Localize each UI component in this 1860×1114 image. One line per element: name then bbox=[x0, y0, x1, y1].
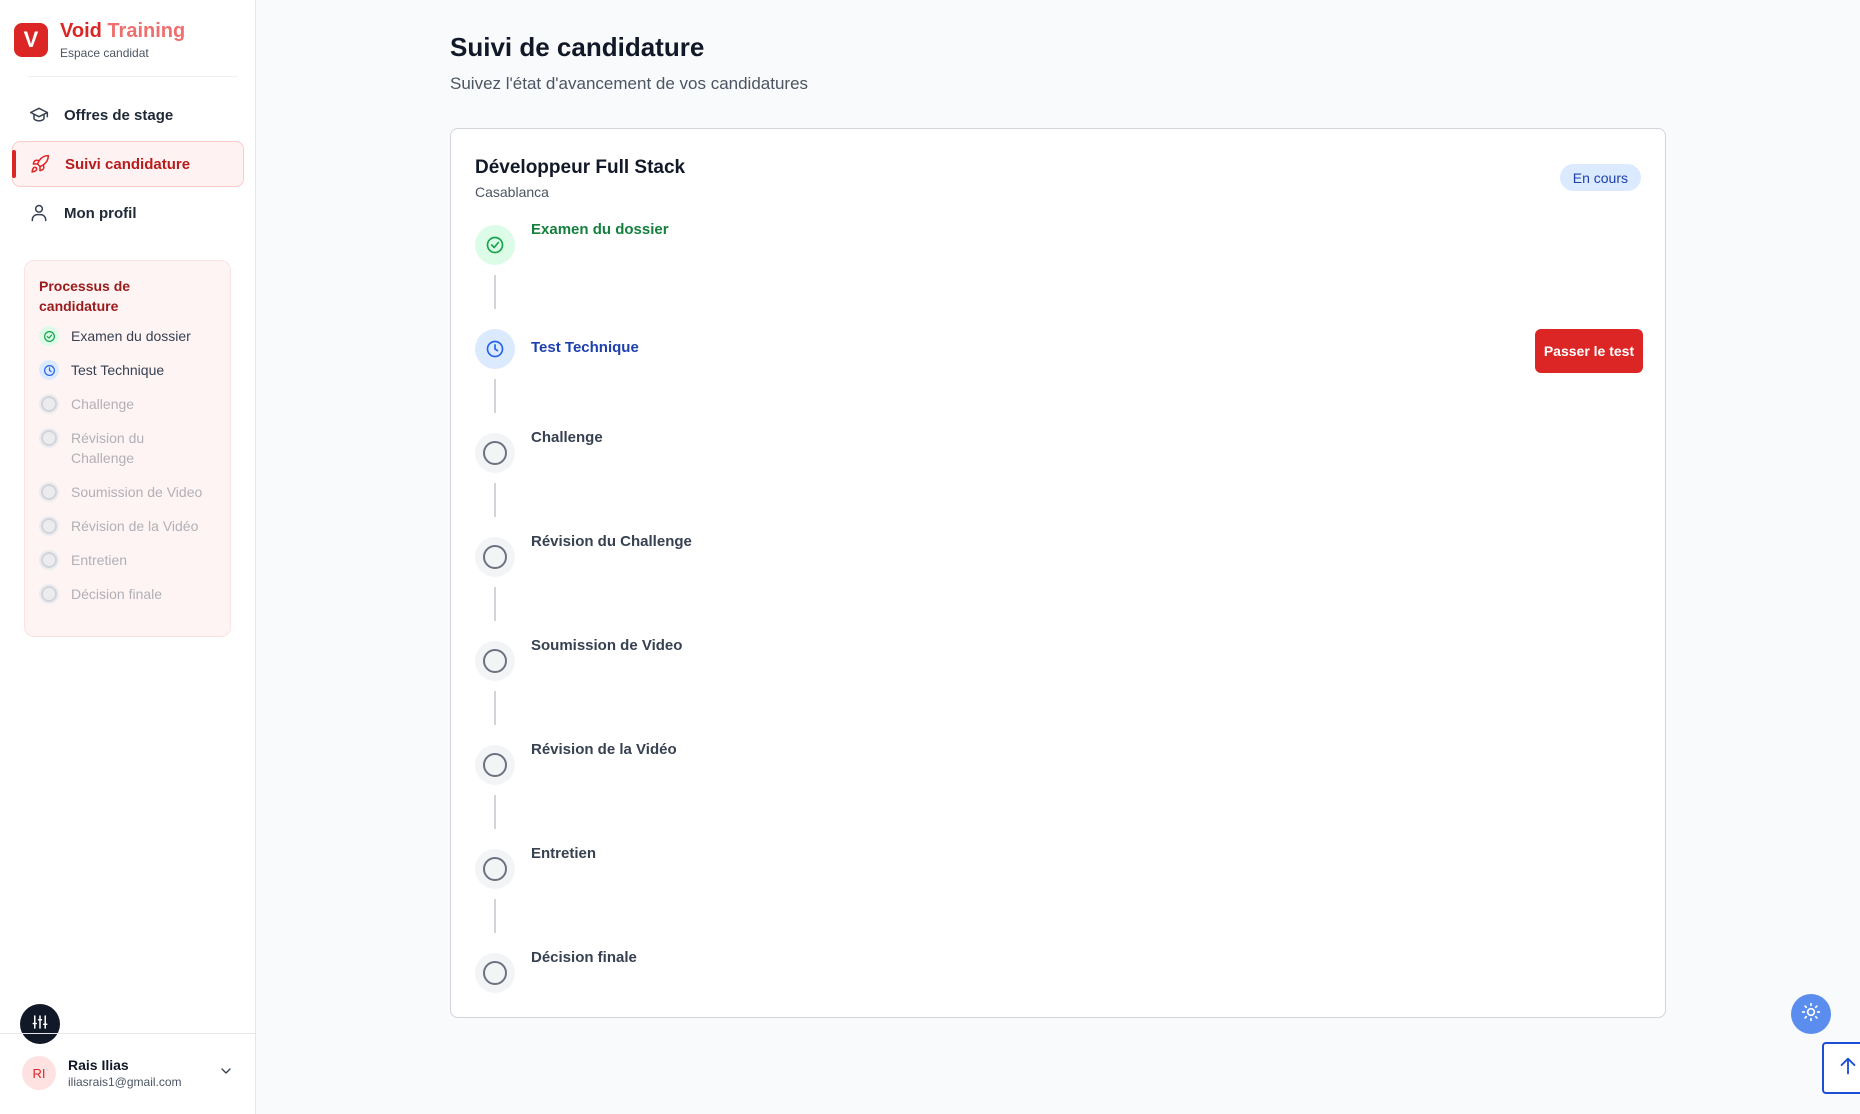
timeline-connector bbox=[494, 587, 496, 621]
settings-button[interactable] bbox=[20, 1004, 60, 1044]
divider bbox=[0, 1033, 256, 1034]
process-panel: Processus de candidature Examen du dossi… bbox=[24, 260, 231, 637]
process-title: Processus de candidature bbox=[39, 278, 131, 314]
page-title: Suivi de candidature bbox=[450, 32, 705, 62]
timeline-step-label: Test Technique bbox=[531, 339, 639, 356]
process-step-label: Décision finale bbox=[71, 586, 163, 602]
sidebar-item-mon-profil[interactable]: Mon profil bbox=[12, 190, 244, 236]
timeline-step-label: Décision finale bbox=[531, 949, 637, 966]
job-title: Développeur Full Stack bbox=[475, 157, 686, 178]
process-step: Test Technique bbox=[39, 360, 216, 380]
pending-circle-icon bbox=[475, 433, 515, 473]
sidebar-item-label: Mon profil bbox=[64, 204, 137, 222]
timeline-step-label: Révision du Challenge bbox=[531, 533, 692, 550]
pending-circle-icon bbox=[475, 953, 515, 993]
process-step-label: Révision de la Vidéo bbox=[71, 518, 199, 534]
brand[interactable]: V Void Training Espace candidat bbox=[14, 20, 185, 60]
timeline-connector bbox=[494, 899, 496, 933]
brand-name-part1: Void bbox=[60, 20, 102, 42]
process-step-label: Test Technique bbox=[71, 362, 165, 378]
check-circle-icon bbox=[475, 225, 515, 265]
timeline-step-label: Révision de la Vidéo bbox=[531, 741, 677, 758]
brand-text: Void Training Espace candidat bbox=[60, 20, 185, 60]
brand-subtitle: Espace candidat bbox=[60, 46, 149, 60]
scroll-to-top-button[interactable] bbox=[1822, 1042, 1860, 1094]
process-step-label: Entretien bbox=[71, 552, 128, 568]
brand-name-part2: Training bbox=[107, 20, 186, 42]
process-step: Examen du dossier bbox=[39, 326, 216, 346]
sidebar: V Void Training Espace candidat Offres d… bbox=[0, 0, 256, 1114]
process-step-label: Challenge bbox=[71, 396, 135, 412]
pending-circle-icon bbox=[39, 482, 59, 502]
process-step: Décision finale bbox=[39, 584, 216, 604]
application-timeline: Examen du dossier Test Technique Passer … bbox=[475, 221, 1643, 1057]
sun-icon bbox=[1801, 1002, 1821, 1027]
process-steps: Examen du dossier Test Technique Challen… bbox=[39, 326, 216, 604]
process-step: Soumission de Video bbox=[39, 482, 216, 502]
timeline-step-label: Entretien bbox=[531, 845, 597, 862]
job-location: Casablanca bbox=[475, 184, 549, 200]
pending-circle-icon bbox=[475, 641, 515, 681]
arrow-up-icon bbox=[1837, 1055, 1859, 1082]
pending-circle-icon bbox=[39, 550, 59, 570]
theme-toggle-button[interactable] bbox=[1791, 994, 1831, 1034]
timeline-step: Test Technique Passer le test bbox=[475, 329, 1643, 433]
process-step: Challenge bbox=[39, 394, 216, 414]
clock-icon bbox=[39, 360, 59, 380]
rocket-icon bbox=[29, 153, 51, 175]
process-step: Entretien bbox=[39, 550, 216, 570]
pending-circle-icon bbox=[475, 849, 515, 889]
pending-circle-icon bbox=[39, 394, 59, 414]
user-menu[interactable]: RI Rais Ilias iliasrais1@gmail.com bbox=[22, 1056, 234, 1090]
timeline-connector bbox=[494, 483, 496, 517]
brand-title: Void Training bbox=[60, 20, 185, 42]
timeline-step: Révision du Challenge bbox=[475, 533, 1643, 641]
timeline-step-label: Examen du dossier bbox=[531, 221, 669, 238]
divider bbox=[28, 76, 238, 77]
clock-icon bbox=[475, 329, 515, 369]
application-card: Développeur Full Stack Casablanca En cou… bbox=[450, 128, 1666, 1018]
timeline-connector bbox=[494, 795, 496, 829]
timeline-step: Entretien bbox=[475, 845, 1643, 953]
timeline-step: Examen du dossier bbox=[475, 221, 1643, 329]
process-step-label: Révision du Challenge bbox=[71, 430, 145, 466]
process-step-label: Examen du dossier bbox=[71, 328, 191, 344]
sidebar-item-offres-de-stage[interactable]: Offres de stage bbox=[12, 92, 244, 138]
pending-circle-icon bbox=[39, 516, 59, 536]
timeline-step: Soumission de Video bbox=[475, 637, 1643, 745]
status-badge: En cours bbox=[1559, 164, 1641, 191]
page-subtitle: Suivez l'état d'avancement de vos candid… bbox=[450, 74, 809, 93]
timeline-connector bbox=[494, 379, 496, 413]
check-circle-icon bbox=[39, 326, 59, 346]
timeline-step: Décision finale bbox=[475, 949, 1643, 1057]
pending-circle-icon bbox=[39, 584, 59, 604]
process-step-label: Soumission de Video bbox=[71, 484, 203, 500]
sidebar-item-label: Offres de stage bbox=[64, 106, 174, 124]
timeline-step: Révision de la Vidéo bbox=[475, 741, 1643, 849]
pending-circle-icon bbox=[39, 428, 59, 448]
timeline-step-label: Challenge bbox=[531, 429, 603, 446]
process-step: Révision du Challenge bbox=[39, 428, 216, 468]
timeline-step: Challenge bbox=[475, 429, 1643, 537]
user-icon bbox=[28, 202, 50, 224]
sidebar-item-suivi-candidature[interactable]: Suivi candidature bbox=[12, 141, 244, 187]
chevron-down-icon[interactable] bbox=[218, 1063, 234, 1084]
pending-circle-icon bbox=[475, 745, 515, 785]
sidebar-nav: Offres de stage Suivi candidature Mon pr… bbox=[12, 92, 244, 239]
avatar: RI bbox=[22, 1056, 56, 1090]
sidebar-item-label: Suivi candidature bbox=[65, 155, 191, 173]
graduation-cap-icon bbox=[28, 104, 50, 126]
timeline-connector bbox=[494, 275, 496, 309]
brand-logo: V bbox=[14, 23, 48, 57]
user-name: Rais Ilias bbox=[68, 1057, 129, 1073]
timeline-step-label: Soumission de Video bbox=[531, 637, 683, 654]
timeline-connector bbox=[494, 691, 496, 725]
user-info: Rais Ilias iliasrais1@gmail.com bbox=[68, 1057, 218, 1089]
pending-circle-icon bbox=[475, 537, 515, 577]
user-email: iliasrais1@gmail.com bbox=[68, 1075, 182, 1089]
take-test-button[interactable]: Passer le test bbox=[1535, 329, 1643, 373]
process-step: Révision de la Vidéo bbox=[39, 516, 216, 536]
